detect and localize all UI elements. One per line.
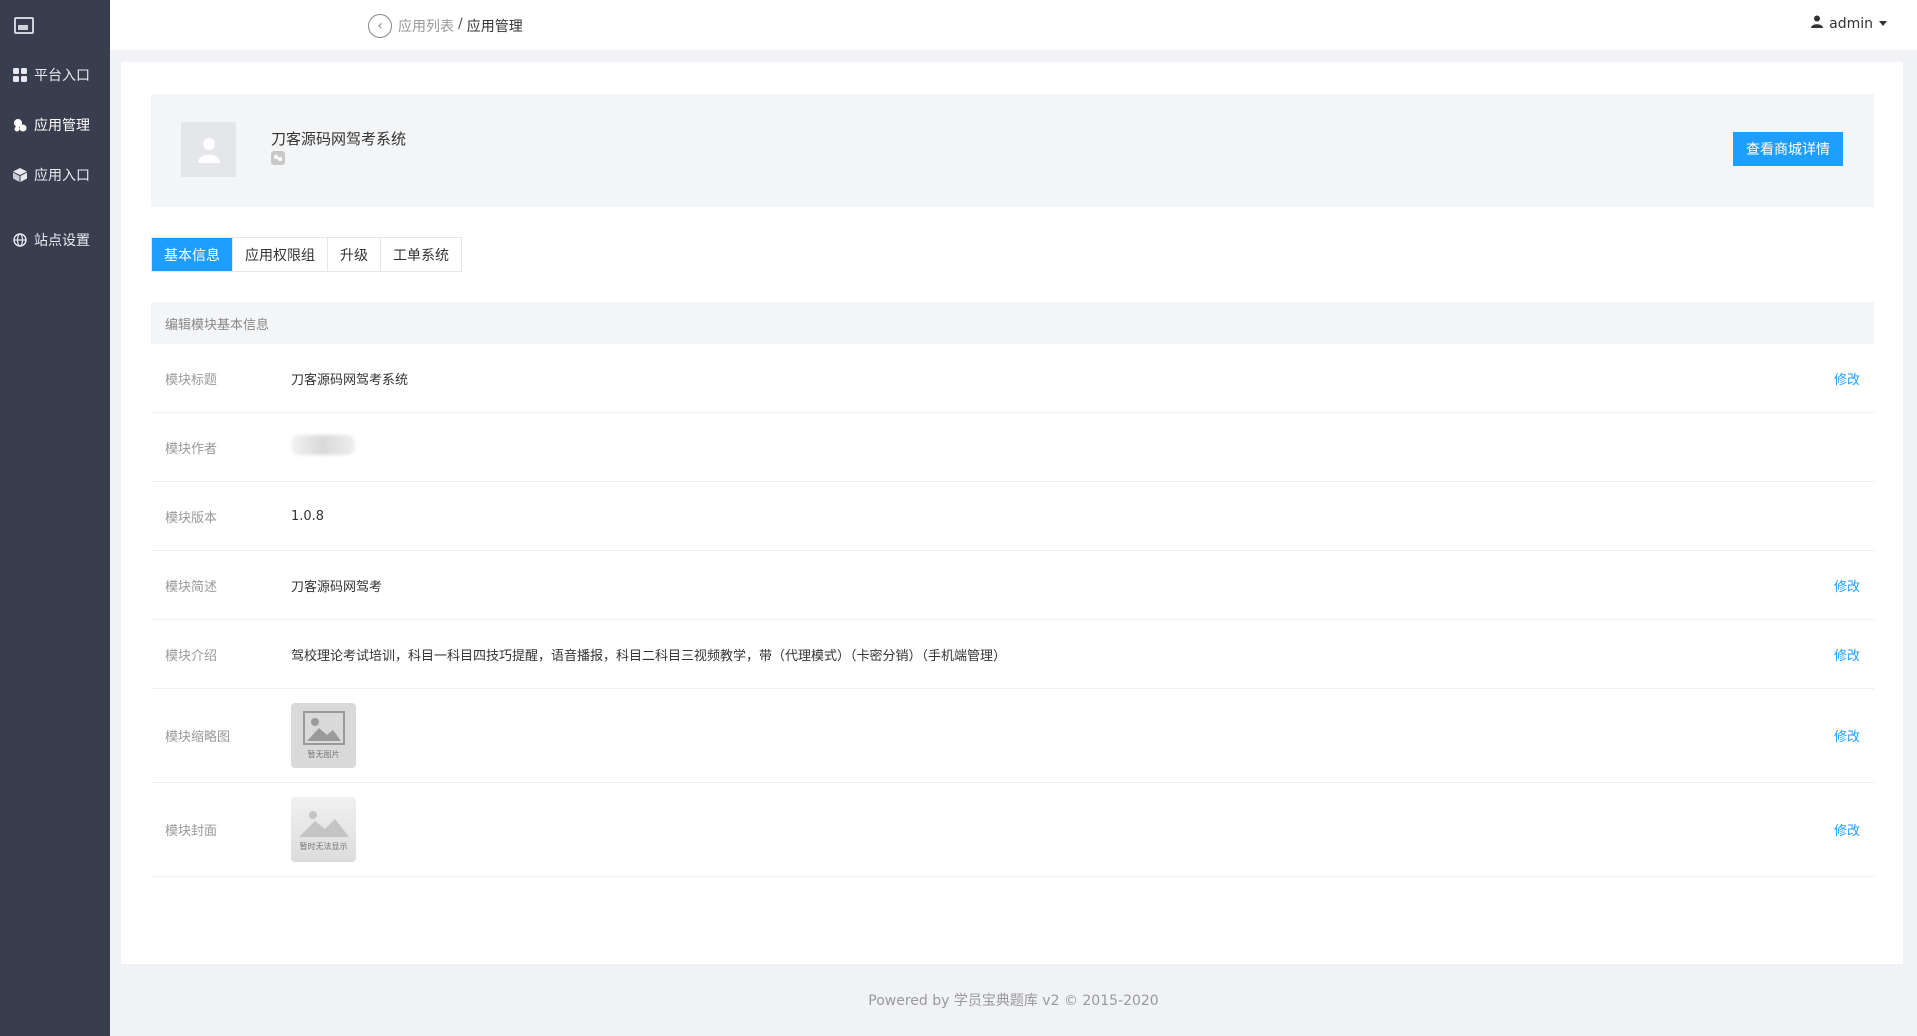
sidebar-item-app-manage[interactable]: 应用管理 (0, 100, 110, 150)
caret-down-icon (1879, 21, 1887, 26)
info-list: 模块标题 刀客源码网驾考系统 修改 模块作者 模块版本 1.0.8 模块简述 刀… (151, 344, 1874, 877)
row-summary: 模块简述 刀客源码网驾考 修改 (151, 551, 1874, 620)
landscape-placeholder-icon (298, 811, 349, 837)
field-label: 模块缩略图 (165, 730, 231, 745)
username: admin (1829, 15, 1873, 32)
tab-app-permissions[interactable]: 应用权限组 (233, 238, 328, 271)
image-placeholder-icon (302, 711, 345, 745)
field-value-redacted (291, 435, 355, 459)
field-label: 模块作者 (165, 441, 218, 457)
logo[interactable] (0, 0, 110, 50)
field-value: 刀客源码网驾考 (291, 579, 383, 595)
mini-program-icon (271, 151, 285, 165)
footer: Powered by 学员宝典题库 v2 © 2015-2020 (868, 993, 1159, 1009)
sidebar-item-label: 平台入口 (34, 68, 90, 84)
breadcrumb: 应用列表 / 应用管理 (398, 16, 523, 36)
sidebar-item-platform[interactable]: 平台入口 (0, 50, 110, 100)
row-author: 模块作者 (151, 413, 1874, 482)
field-label: 模块标题 (165, 372, 218, 388)
row-title: 模块标题 刀客源码网驾考系统 修改 (151, 344, 1874, 413)
edit-intro-link[interactable]: 修改 (1834, 645, 1860, 664)
user-menu[interactable]: admin (1811, 15, 1887, 32)
top-bar: ‹ 应用列表 / 应用管理 admin (110, 0, 1917, 50)
edit-title-link[interactable]: 修改 (1834, 369, 1860, 388)
globe-icon (12, 232, 28, 248)
field-label: 模块介绍 (165, 648, 218, 664)
row-version: 模块版本 1.0.8 (151, 482, 1874, 551)
tab-bar: 基本信息 应用权限组 升级 工单系统 (151, 237, 462, 272)
user-icon (1811, 15, 1824, 32)
field-label: 模块封面 (165, 824, 218, 839)
app-card: 刀客源码网驾考系统 查看商城详情 (151, 94, 1874, 207)
tab-ticket-system[interactable]: 工单系统 (381, 238, 461, 271)
field-label: 模块版本 (165, 510, 218, 526)
app-name: 刀客源码网驾考系统 (271, 130, 407, 148)
view-shop-details-button[interactable]: 查看商城详情 (1733, 132, 1843, 166)
thumbnail-image[interactable]: 暂无图片 (291, 703, 356, 768)
field-value: 1.0.8 (291, 508, 325, 524)
tab-upgrade[interactable]: 升级 (328, 238, 381, 271)
sidebar-item-label: 应用入口 (34, 168, 90, 184)
sidebar-item-app-entry[interactable]: 应用入口 (0, 150, 110, 200)
breadcrumb-current: 应用管理 (466, 19, 523, 35)
row-intro: 模块介绍 驾校理论考试培训，科目一科目四技巧提醒，语音播报，科目二科目三视频教学… (151, 620, 1874, 689)
field-value: 刀客源码网驾考系统 (291, 372, 409, 388)
tab-basic-info[interactable]: 基本信息 (152, 238, 233, 271)
back-button[interactable]: ‹ (368, 14, 392, 38)
edit-summary-link[interactable]: 修改 (1834, 576, 1860, 595)
image-icon (14, 16, 34, 34)
sidebar-item-label: 应用管理 (34, 118, 90, 134)
cover-caption: 暂时无法显示 (299, 842, 348, 851)
edit-cover-link[interactable]: 修改 (1834, 820, 1860, 839)
cube-icon (12, 167, 28, 183)
field-label: 模块简述 (165, 579, 218, 595)
breadcrumb-parent[interactable]: 应用列表 (398, 16, 454, 36)
chevron-left-icon: ‹ (377, 18, 383, 34)
grid-icon (12, 67, 28, 83)
app-avatar (181, 122, 236, 177)
edit-thumbnail-link[interactable]: 修改 (1834, 726, 1860, 745)
row-thumbnail: 模块缩略图 暂无图片 修改 (151, 689, 1874, 783)
cover-image[interactable]: 暂时无法显示 (291, 797, 356, 862)
row-cover: 模块封面 暂时无法显示 修改 (151, 783, 1874, 877)
thumbnail-caption: 暂无图片 (307, 750, 340, 759)
sidebar-item-label: 站点设置 (34, 233, 90, 249)
main-panel: 刀客源码网驾考系统 查看商城详情 基本信息 应用权限组 升级 工单系统 编辑模块… (121, 62, 1903, 964)
sidebar-item-site-settings[interactable]: 站点设置 (0, 215, 110, 265)
user-icon (197, 137, 220, 163)
field-value: 驾校理论考试培训，科目一科目四技巧提醒，语音播报，科目二科目三视频教学，带（代理… (291, 648, 1007, 664)
sidebar: 平台入口 应用管理 应用入口 站点设置 (0, 0, 110, 1036)
breadcrumb-separator: / (458, 16, 463, 32)
section-title: 编辑模块基本信息 (151, 302, 1874, 344)
cubes-icon (12, 117, 28, 133)
